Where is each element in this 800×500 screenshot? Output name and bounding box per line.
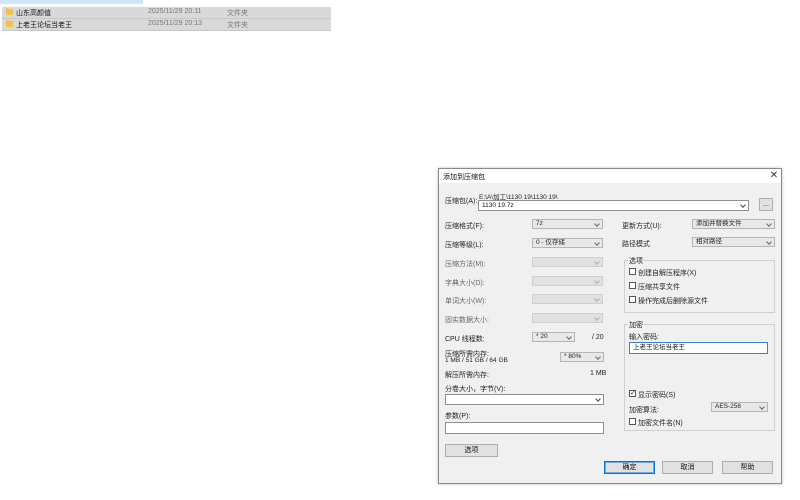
close-icon[interactable]: ✕ — [768, 170, 780, 182]
file-name: 山东高颜值 — [16, 10, 51, 17]
options-button[interactable]: 选项 — [445, 444, 498, 457]
chevron-down-icon — [594, 315, 600, 321]
solid-size-label: 固实数据大小: — [445, 317, 489, 324]
chevron-down-icon — [766, 221, 772, 227]
file-row[interactable]: 山东高颜值 2025/11/29 20:11 文件夹 — [2, 7, 331, 19]
archive-label: 压缩包(A): — [445, 198, 478, 205]
dialog-title: 添加到压缩包 — [443, 174, 485, 181]
word-size-label: 单词大小(W): — [445, 298, 487, 305]
path-mode-label: 路径模式 — [622, 241, 650, 248]
show-password-label: 显示密码(S) — [638, 392, 676, 399]
password-input[interactable]: 上老王论坛当老王 — [629, 342, 768, 354]
delete-after-checkbox[interactable] — [629, 296, 636, 303]
update-mode-value: 添加并替换文件 — [696, 220, 742, 227]
add-to-archive-dialog: 添加到压缩包 ✕ 压缩包(A): E:\A\加工\1130 19\1130 19… — [438, 168, 782, 484]
memory-usage-value: * 80% — [564, 353, 582, 360]
dialog-titlebar — [439, 169, 781, 183]
options-group-title: 选项 — [628, 256, 644, 266]
chevron-down-icon — [595, 354, 601, 360]
folder-icon — [6, 8, 13, 15]
sfx-label: 创建自解压程序(X) — [638, 270, 697, 277]
chevron-down-icon — [594, 259, 600, 265]
params-label: 参数(P): — [445, 413, 471, 420]
chevron-down-icon — [566, 334, 572, 340]
password-label: 输入密码: — [629, 334, 659, 341]
cpu-threads-total: / 20 — [592, 334, 604, 341]
method-select[interactable] — [532, 257, 603, 267]
file-type: 文件夹 — [227, 10, 248, 17]
chevron-down-icon — [594, 296, 600, 302]
chevron-down-icon — [594, 240, 600, 246]
chevron-down-icon — [594, 278, 600, 284]
method-label: 压缩方法(M): — [445, 261, 486, 268]
path-mode-select[interactable]: 相对路径 — [692, 237, 775, 247]
cancel-button[interactable]: 取消 — [662, 461, 713, 474]
ok-button[interactable]: 确定 — [604, 461, 655, 474]
encryption-method-select[interactable]: AES-256 — [711, 402, 768, 412]
file-type: 文件夹 — [227, 22, 248, 29]
split-size-label: 分卷大小，字节(V): — [445, 386, 506, 393]
show-password-checkbox[interactable]: ✓ — [629, 390, 636, 397]
cpu-threads-label: CPU 线程数: — [445, 336, 485, 343]
cpu-threads-select[interactable]: * 20 — [532, 332, 575, 342]
level-label: 压缩等级(L): — [445, 242, 484, 249]
encryption-group-title: 加密 — [628, 320, 644, 330]
encryption-method-label: 加密算法: — [629, 407, 659, 414]
file-date: 2025/11/29 20:11 — [148, 8, 202, 15]
folder-icon — [6, 20, 13, 27]
format-label: 压缩格式(F): — [445, 223, 484, 230]
memory-usage-select[interactable]: * 80% — [560, 352, 604, 362]
shared-files-label: 压缩共享文件 — [638, 284, 680, 291]
list-header-highlight — [0, 0, 143, 4]
chevron-down-icon — [595, 396, 601, 402]
level-select[interactable]: 0 - 仅存储 — [532, 238, 603, 248]
file-name: 上老王论坛当老王 — [16, 22, 72, 29]
params-input[interactable] — [445, 422, 604, 434]
browse-button[interactable]: ... — [759, 198, 773, 211]
split-size-combo[interactable] — [445, 394, 604, 405]
encrypt-names-checkbox[interactable] — [629, 418, 636, 425]
dict-size-label: 字典大小(D): — [445, 280, 485, 287]
sfx-checkbox[interactable] — [629, 268, 636, 275]
encrypt-names-label: 加密文件名(N) — [638, 420, 683, 427]
chevron-down-icon — [740, 202, 746, 208]
chevron-down-icon — [759, 404, 765, 410]
update-mode-select[interactable]: 添加并替换文件 — [692, 219, 775, 229]
decompress-memory-value: 1 MB — [590, 370, 607, 377]
decompress-memory-label: 解压所需内存: — [445, 372, 489, 379]
archive-name-input[interactable]: 1130 19.7z — [478, 200, 749, 211]
help-button[interactable]: 帮助 — [722, 461, 773, 474]
shared-files-checkbox[interactable] — [629, 282, 636, 289]
file-row[interactable]: 上老王论坛当老王 2025/11/29 20:13 文件夹 — [2, 19, 331, 31]
cpu-threads-value: * 20 — [536, 333, 548, 340]
dict-size-select[interactable] — [532, 276, 603, 286]
word-size-select[interactable] — [532, 294, 603, 304]
path-mode-value: 相对路径 — [696, 238, 722, 245]
archive-name-value: 1130 19.7z — [482, 202, 514, 209]
chevron-down-icon — [766, 239, 772, 245]
compress-memory-value: 1 MB / 51 GB / 64 GB — [445, 357, 508, 364]
solid-size-select[interactable] — [532, 313, 603, 323]
encryption-method-value: AES-256 — [715, 403, 742, 410]
format-value: 7z — [536, 220, 543, 227]
chevron-down-icon — [594, 221, 600, 227]
file-date: 2025/11/29 20:13 — [148, 20, 202, 27]
update-mode-label: 更新方式(U): — [622, 223, 662, 230]
delete-after-label: 操作完成后删除源文件 — [638, 298, 708, 305]
password-value: 上老王论坛当老王 — [633, 344, 685, 351]
level-value: 0 - 仅存储 — [536, 239, 565, 246]
format-select[interactable]: 7z — [532, 219, 603, 229]
